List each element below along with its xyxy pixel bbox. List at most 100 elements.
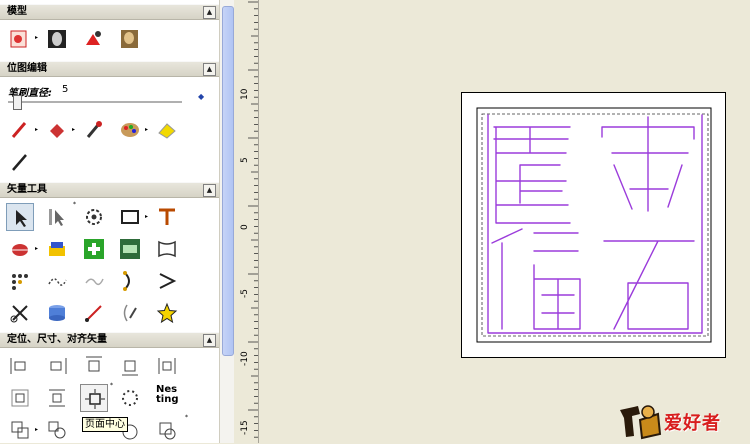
fill-bucket-button[interactable] [43, 116, 71, 144]
collapse-arrow-icon[interactable]: ▲ [203, 6, 216, 19]
join-vectors-button[interactable] [116, 267, 144, 295]
trace-icon [12, 244, 28, 256]
node-arrow-icon [49, 209, 64, 226]
weld-vectors-button[interactable] [43, 299, 71, 327]
collapse-arrow-icon[interactable]: ▲ [203, 334, 216, 347]
flyout-arrow-icon[interactable]: ▸ [35, 34, 38, 41]
align-right-button[interactable] [43, 352, 71, 380]
ruler-label: 5 [240, 157, 250, 163]
brush-diameter-value: 5 [62, 84, 69, 95]
flyout-star-icon: * [73, 201, 76, 208]
color-relief-button[interactable] [80, 25, 108, 53]
rotate-gear-icon [86, 209, 102, 225]
transform-tool-button[interactable] [80, 203, 108, 231]
model-wizard-button[interactable] [6, 25, 34, 53]
section-header-align[interactable]: 定位、尺寸、对齐矢量 ▲ [0, 332, 219, 348]
measure-icon [85, 305, 102, 322]
layer-stack-icon [159, 422, 176, 440]
draw-pen-button[interactable] [6, 116, 34, 144]
dots-grid-icon [12, 274, 28, 290]
vector-doctor-button[interactable] [116, 299, 144, 327]
array-copy-button[interactable] [6, 267, 34, 295]
warp-icon [158, 240, 176, 258]
align-bottom-button[interactable] [116, 352, 144, 380]
seal-char-shu [493, 126, 571, 224]
align-center-vertical-button[interactable] [43, 384, 71, 412]
align-left-button[interactable] [6, 352, 34, 380]
flyout-arrow-icon[interactable]: ▸ [35, 126, 38, 133]
align-top-button[interactable] [80, 352, 108, 380]
seal-char-fu [491, 228, 581, 330]
align-bottom-icon [122, 360, 138, 376]
select-tool-button[interactable] [6, 203, 34, 231]
seal-characters [487, 114, 703, 334]
material-border [476, 107, 712, 343]
node-edit-button[interactable] [43, 203, 71, 231]
ruler-label: -10 [240, 351, 250, 366]
page-center-button[interactable] [80, 384, 108, 412]
rectangle-tool-button[interactable] [116, 203, 144, 231]
section-title-vector-tools: 矢量工具 [7, 184, 47, 195]
group-button[interactable] [6, 416, 34, 443]
section-header-model[interactable]: 模型 ▲ [0, 4, 219, 20]
flyout-arrow-icon[interactable]: ▸ [72, 126, 75, 133]
flyout-star-icon: * [185, 414, 188, 421]
abc-grid-icon [120, 239, 140, 259]
bitmap-to-vector-button[interactable] [43, 235, 71, 263]
bracket-join-icon [123, 271, 130, 291]
bracket-pen-icon [123, 304, 137, 322]
model-wizard-icon [10, 30, 27, 48]
nesting-button[interactable]: Nes ting [153, 384, 181, 412]
smooth-bitmap-button[interactable] [153, 116, 181, 144]
pen-icon [11, 122, 27, 138]
flyout-arrow-icon[interactable]: ▸ [35, 245, 38, 252]
knife-tool-button[interactable] [6, 148, 34, 176]
envelope-distort-button[interactable] [153, 235, 181, 263]
arrow-cursor-icon [16, 210, 27, 227]
seal-vector-artwork[interactable] [462, 93, 725, 357]
flyout-arrow-icon[interactable]: ▸ [145, 213, 148, 220]
create-star-button[interactable] [153, 299, 181, 327]
measure-tool-button[interactable] [80, 299, 108, 327]
ruler-label: -5 [240, 289, 250, 298]
collapse-arrow-icon[interactable]: ▲ [203, 184, 216, 197]
smooth-curve-button[interactable] [80, 267, 108, 295]
rotate-dots-button[interactable] [116, 384, 144, 412]
eyedropper-button[interactable] [80, 116, 108, 144]
offset-vector-button[interactable] [80, 235, 108, 263]
panel-scrollbar-thumb[interactable] [222, 6, 234, 356]
knife-icon [12, 154, 27, 171]
relief-from-bitmap-button[interactable] [43, 25, 71, 53]
tooltip-page-center: 页面中心 [82, 417, 128, 432]
trim-vectors-button[interactable] [6, 299, 34, 327]
nesting-icon: Nes ting [156, 384, 179, 405]
section-title-bitmap-edit: 位图编辑 [7, 63, 47, 74]
section-header-bitmap-edit[interactable]: 位图编辑 ▲ [0, 61, 219, 77]
layers-vector-icon [49, 242, 65, 256]
wave-dots-icon [48, 278, 67, 286]
close-vectors-button[interactable] [153, 267, 181, 295]
center-in-page-button[interactable] [6, 384, 34, 412]
vector-from-bitmap-button[interactable] [6, 235, 34, 263]
model-page[interactable] [461, 92, 726, 358]
panel-scrollbar[interactable] [219, 0, 234, 443]
ruler-ticks [248, 1, 258, 438]
layer-flyout-button[interactable] [153, 416, 181, 443]
align-top-icon [86, 356, 102, 372]
color-palette-button[interactable] [116, 116, 144, 144]
ungroup-button[interactable] [43, 416, 71, 443]
flyout-arrow-icon[interactable]: ▸ [145, 126, 148, 133]
brush-color-icon[interactable]: ◆ [198, 92, 204, 101]
bucket-icon [50, 124, 64, 138]
text-on-curve-button[interactable] [116, 235, 144, 263]
collapse-arrow-icon[interactable]: ▲ [203, 63, 216, 76]
brush-slider-track[interactable] [8, 101, 182, 103]
text-tool-button[interactable] [153, 203, 181, 231]
brush-slider-thumb[interactable] [13, 95, 22, 110]
curve-fit-button[interactable] [43, 267, 71, 295]
logo-text: 爱好者 [664, 413, 721, 434]
align-center-horizontal-button[interactable] [153, 352, 181, 380]
section-header-vector-tools[interactable]: 矢量工具 ▲ [0, 182, 219, 198]
flyout-arrow-icon[interactable]: ▸ [35, 426, 38, 433]
image-model-button[interactable] [116, 25, 144, 53]
